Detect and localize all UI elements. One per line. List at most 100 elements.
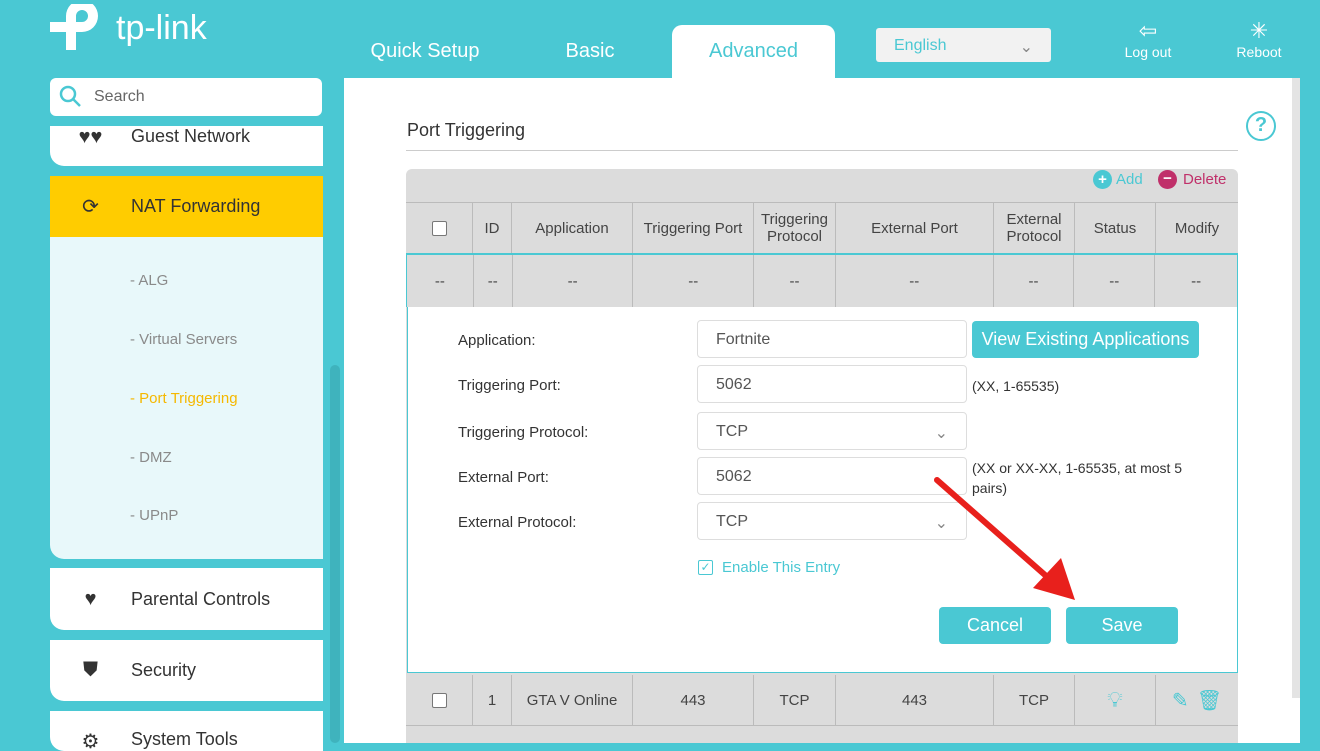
column-header: Status xyxy=(1075,203,1156,253)
delete-label: Delete xyxy=(1183,171,1227,188)
add-button[interactable]: + Add xyxy=(1093,170,1143,189)
triggering-protocol-label: Triggering Protocol: xyxy=(458,424,589,441)
nat-forwarding-icon: ⟳ xyxy=(82,196,99,218)
table-cell: -- xyxy=(836,255,994,307)
table-cell: 1 xyxy=(473,675,512,725)
submenu-port-triggering[interactable]: - Port Triggering xyxy=(130,390,238,407)
sidebar-label: Guest Network xyxy=(131,126,251,146)
page-title: Port Triggering xyxy=(407,120,526,140)
table-cell: -- xyxy=(1074,255,1156,307)
red-arrow-annotation xyxy=(934,477,1075,600)
sidebar-item-guest-network[interactable]: ♥♥ Guest Network xyxy=(50,126,323,166)
cancel-button[interactable]: Cancel xyxy=(939,607,1051,644)
add-label: Add xyxy=(1116,171,1143,188)
application-input[interactable]: Fortnite xyxy=(697,320,967,358)
sidebar-item-nat-forwarding[interactable]: ⟳ NAT Forwarding xyxy=(50,176,323,237)
external-port-value: 5062 xyxy=(716,468,752,485)
triggering-port-label: Triggering Port: xyxy=(458,377,561,394)
table-cell: -- xyxy=(633,255,755,307)
shield-icon: ⛊ xyxy=(83,659,98,681)
sidebar-item-security[interactable]: ⛊ Security xyxy=(50,640,323,701)
enable-entry-checkbox[interactable]: ✓ Enable This Entry xyxy=(698,559,840,576)
tab-basic[interactable]: Basic xyxy=(540,25,640,78)
tab-quick-setup[interactable]: Quick Setup xyxy=(360,25,490,78)
application-label: Application: xyxy=(458,332,536,349)
language-value: English xyxy=(894,37,947,54)
help-icon[interactable]: ? xyxy=(1246,111,1276,141)
table-header: ID Application Triggering Port Triggerin… xyxy=(406,202,1238,255)
search-input[interactable]: Search xyxy=(50,78,322,116)
logout-button[interactable]: ⇦ Log out xyxy=(1113,18,1183,60)
minus-icon: − xyxy=(1158,170,1177,189)
sidebar-item-parental-controls[interactable]: ♥ Parental Controls xyxy=(50,568,323,630)
column-header: Triggering Port xyxy=(633,203,754,253)
language-select[interactable]: English ⌄ xyxy=(876,28,1051,62)
reboot-icon: ✳ xyxy=(1249,18,1269,43)
column-header: Triggering Protocol xyxy=(754,203,836,253)
table-cell: 443 xyxy=(836,675,994,725)
sidebar-label: System Tools xyxy=(131,729,238,749)
external-protocol-value: TCP xyxy=(716,513,748,530)
tab-advanced[interactable]: Advanced xyxy=(672,25,835,78)
external-port-label: External Port: xyxy=(458,469,549,486)
delete-button[interactable]: − Delete xyxy=(1158,170,1226,189)
edit-icon[interactable]: ✎ xyxy=(1172,688,1189,713)
brand-text: tp-link xyxy=(116,8,207,47)
select-all-checkbox[interactable] xyxy=(431,220,447,236)
external-protocol-label: External Protocol: xyxy=(458,514,577,531)
submenu-alg[interactable]: - ALG xyxy=(130,272,168,289)
table-row: 1 GTA V Online 443 TCP 443 TCP 💡︎ ✎ 🗑︎ xyxy=(406,675,1238,726)
table-cell: TCP xyxy=(994,675,1075,725)
submenu-dmz[interactable]: - DMZ xyxy=(130,449,172,466)
column-header: Modify xyxy=(1174,219,1220,237)
application-value: Fortnite xyxy=(716,331,771,348)
triggering-port-input[interactable]: 5062 xyxy=(697,365,967,403)
column-header: External Port xyxy=(836,203,994,253)
table-cell: -- xyxy=(474,255,513,307)
sidebar-item-system-tools[interactable]: ⚙ System Tools xyxy=(50,711,323,751)
sidebar-label: NAT Forwarding xyxy=(131,196,261,216)
heart-icon: ♥ xyxy=(84,587,97,610)
trash-icon[interactable]: 🗑︎ xyxy=(1197,688,1222,713)
main-scrollbar[interactable] xyxy=(1292,78,1300,698)
divider xyxy=(406,150,1238,151)
search-icon xyxy=(59,85,81,107)
table-row-editing: -- -- -- -- -- -- -- -- -- xyxy=(406,255,1238,307)
column-header: External Protocol xyxy=(994,203,1075,253)
table-row xyxy=(406,727,1238,743)
chevron-down-icon: ⌄ xyxy=(934,425,948,442)
table-cell: -- xyxy=(407,255,474,307)
search-placeholder: Search xyxy=(94,88,145,105)
column-header: Application xyxy=(512,203,633,253)
status-bulb-icon[interactable]: 💡︎ xyxy=(1075,675,1156,725)
save-button[interactable]: Save xyxy=(1066,607,1178,644)
triggering-port-value: 5062 xyxy=(716,376,752,393)
logout-label: Log out xyxy=(1124,44,1172,60)
column-header: ID xyxy=(473,203,512,253)
row-checkbox[interactable] xyxy=(431,692,447,708)
sidebar-scrollbar[interactable] xyxy=(330,365,340,743)
plus-icon: + xyxy=(1093,170,1112,189)
table-cell: GTA V Online xyxy=(512,675,633,725)
table-cell: -- xyxy=(1191,272,1202,290)
logout-icon: ⇦ xyxy=(1138,18,1158,43)
reboot-button[interactable]: ✳ Reboot xyxy=(1224,18,1294,60)
table-cell: TCP xyxy=(754,675,836,725)
triggering-protocol-value: TCP xyxy=(716,423,748,440)
tp-link-logo: tp-link xyxy=(50,4,207,56)
guest-network-icon: ♥♥ xyxy=(78,126,103,148)
triggering-port-hint: (XX, 1-65535) xyxy=(972,378,1060,394)
gear-icon: ⚙ xyxy=(81,731,100,751)
submenu-virtual-servers[interactable]: - Virtual Servers xyxy=(130,331,237,348)
triggering-protocol-select[interactable]: TCP ⌄ xyxy=(697,412,967,450)
table-cell: -- xyxy=(513,255,634,307)
view-existing-applications-button[interactable]: View Existing Applications xyxy=(972,321,1199,358)
sidebar-label: Security xyxy=(131,660,197,680)
table-cell: -- xyxy=(994,255,1075,307)
table-cell: 443 xyxy=(633,675,754,725)
reboot-label: Reboot xyxy=(1236,44,1282,60)
chevron-down-icon: ⌄ xyxy=(1019,39,1033,56)
tp-link-logo-icon xyxy=(50,4,98,50)
submenu-upnp[interactable]: - UPnP xyxy=(130,507,178,524)
enable-entry-label: Enable This Entry xyxy=(722,559,841,576)
